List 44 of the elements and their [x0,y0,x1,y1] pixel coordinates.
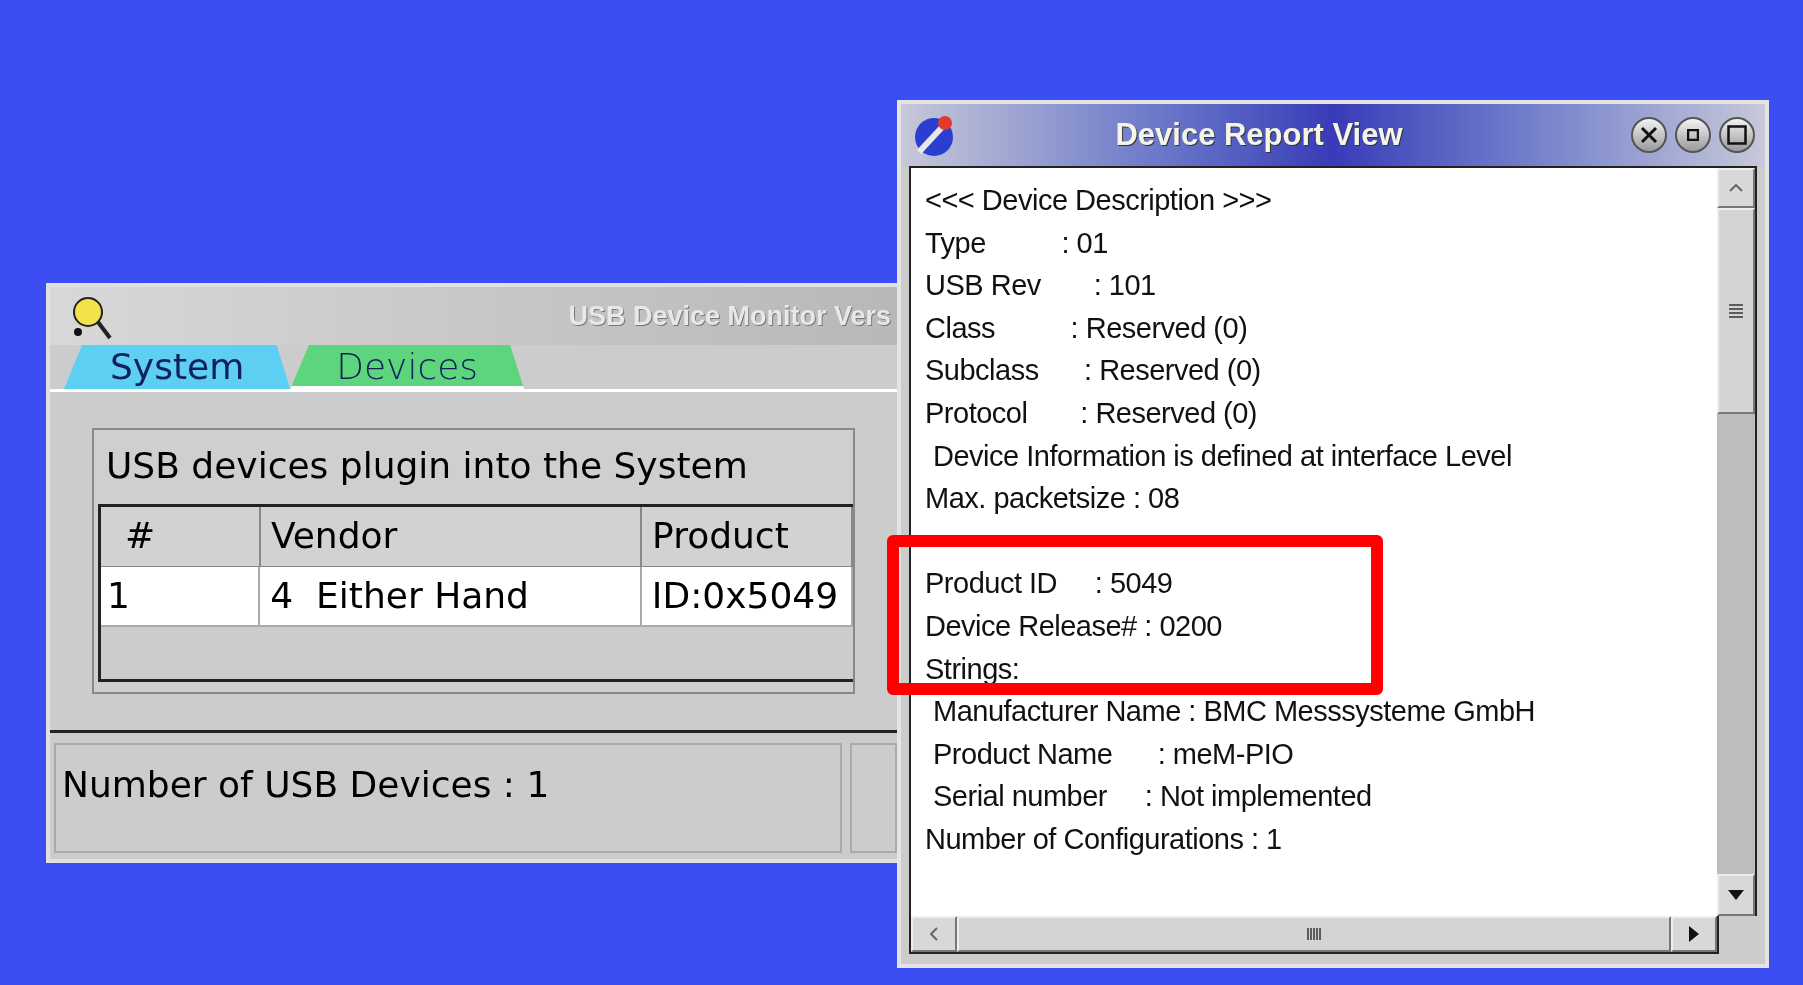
scroll-left-button[interactable] [911,916,957,952]
horizontal-scrollbar[interactable] [909,916,1719,954]
report-line: Product Name : meM-PIO [933,738,1295,769]
grip-icon [1728,303,1744,319]
report-line: Strings: [925,653,1021,684]
report-line: Device Release# : 0200 [925,610,1223,641]
report-line: Class : Reserved (0) [925,312,1249,343]
minimize-icon [1687,129,1699,141]
report-line: Product ID : 5049 [925,568,1174,599]
report-line: Max. packetsize : 08 [925,483,1181,514]
report-line: Protocol : Reserved (0) [925,397,1258,428]
scroll-up-button[interactable] [1717,168,1755,208]
close-icon [1640,126,1658,144]
vertical-scrollbar[interactable] [1717,168,1755,916]
scroll-right-button[interactable] [1671,916,1717,952]
window-title: USB Device Monitor Vers [568,299,891,333]
chevron-left-icon [930,927,938,941]
right-arrow-icon [1689,926,1699,942]
down-arrow-icon [1728,890,1744,900]
report-line: Number of Configurations : 1 [925,823,1283,854]
close-button[interactable] [1631,117,1667,153]
tab[interactable]: Devices [290,345,525,389]
window-title: Device Report View [1114,115,1404,154]
grip-icon [1306,927,1322,941]
table-cell: ID:0x5049 [641,567,853,625]
maximize-button[interactable] [1719,117,1755,153]
status-bar: Number of USB Devices : 1 [54,743,842,853]
table-cell: 4 Either Hand [260,567,642,625]
table-cell: 1 [101,567,261,625]
report-line: <<< Device Description >>> [925,185,1273,215]
maximize-icon [1727,125,1747,145]
report-line: Manufacturer Name : BMC Messsysteme GmbH [933,696,1537,727]
report-line: Device Information is defined at interface Level [933,440,1513,471]
minimize-button[interactable] [1675,117,1711,153]
report-line: Type : 01 [925,227,1109,258]
scroll-thumb[interactable] [1717,208,1755,414]
chevron-up-icon [1729,184,1743,192]
tab[interactable]: System [64,345,291,389]
report-line: Subclass : Reserved (0) [925,355,1262,386]
group-title: USB devices plugin into the System [105,444,749,488]
scroll-thumb[interactable] [957,916,1671,952]
scroll-down-button[interactable] [1717,874,1755,916]
report-line: USB Rev : 101 [925,270,1157,301]
report-line: Serial number : Not implemented [933,781,1373,812]
